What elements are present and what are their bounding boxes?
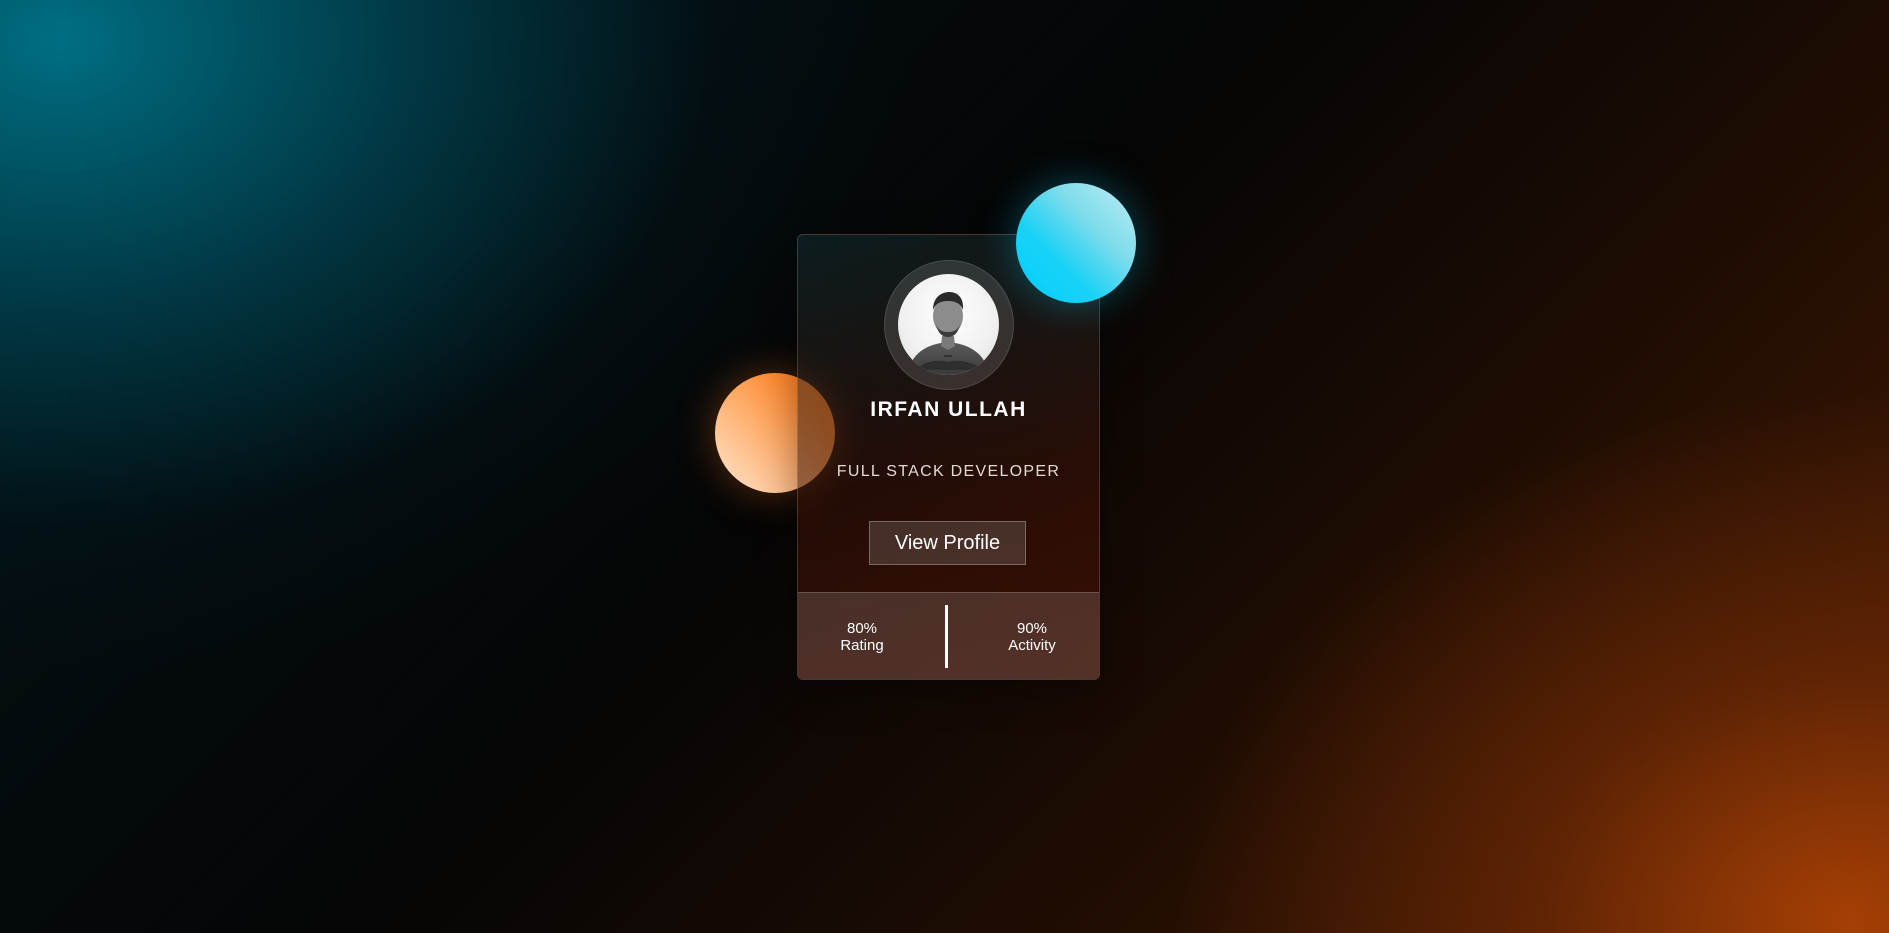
stat-activity-label: Activity bbox=[1008, 637, 1056, 654]
stat-rating-value: 80% bbox=[846, 620, 878, 637]
profile-name: IRFAN ULLAH bbox=[870, 398, 1027, 421]
stat-activity-value: 90% bbox=[1016, 620, 1048, 637]
stat-rating: 80% Rating bbox=[817, 620, 907, 654]
profile-role: FULL STACK DEVELOPER bbox=[836, 463, 1061, 480]
view-profile-button[interactable]: View Profile bbox=[869, 521, 1026, 565]
profile-card: IRFAN ULLAH FULL STACK DEVELOPER View Pr… bbox=[797, 234, 1100, 680]
avatar bbox=[898, 274, 999, 375]
stat-activity: 90% Activity bbox=[987, 620, 1077, 654]
person-photo-icon bbox=[908, 292, 989, 375]
avatar-ring bbox=[884, 260, 1014, 390]
cyan-decorative-orb bbox=[1016, 183, 1136, 303]
stats-divider bbox=[945, 605, 948, 668]
stat-rating-label: Rating bbox=[840, 637, 884, 654]
stats-bar: 80% Rating 90% Activity bbox=[798, 592, 1099, 679]
